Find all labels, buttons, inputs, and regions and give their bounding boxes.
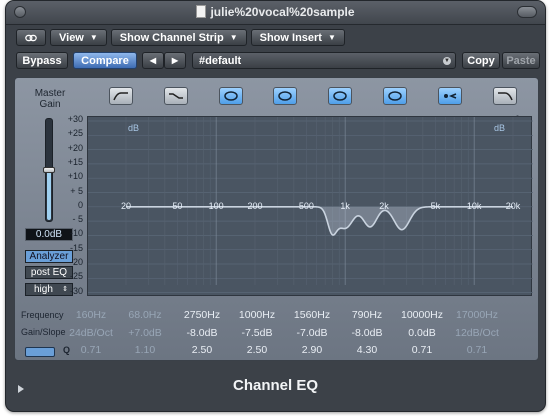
band3-q-value[interactable]: 2.50: [174, 344, 230, 356]
band4-gain-value[interactable]: -7.5dB: [229, 327, 285, 339]
document-icon: [196, 5, 207, 18]
frequency-tick-label: 100: [208, 201, 224, 211]
left-scale-tick: +15: [67, 156, 83, 167]
left-scale-tick: -25: [69, 271, 83, 282]
frequency-tick-label: 50: [172, 201, 183, 211]
bell-icon: [278, 91, 292, 101]
prev-preset-button[interactable]: ◀: [142, 52, 164, 69]
bypass-button[interactable]: Bypass: [16, 52, 68, 69]
view-menu[interactable]: View ▼: [50, 29, 107, 46]
toolbar: Bypass Compare ◀ ▶ #default ▼ Copy Paste: [16, 52, 540, 69]
frequency-tick-label: 20: [120, 201, 132, 211]
show-insert-menu[interactable]: Show Insert ▼: [250, 29, 345, 46]
left-scale-tick: +30: [67, 114, 83, 124]
preset-menu[interactable]: #default ▼: [192, 52, 456, 69]
band3-frequency-value[interactable]: 2750Hz: [174, 309, 230, 321]
chevron-down-icon: ▼: [89, 33, 98, 42]
left-scale-tick: -10: [69, 228, 83, 239]
band7-gain-value[interactable]: 0.0dB: [394, 327, 450, 339]
band3-gain-value[interactable]: -8.0dB: [174, 327, 230, 339]
frequency-tick-label: 2k: [379, 201, 389, 211]
band7-frequency-value[interactable]: 10000Hz: [394, 309, 450, 321]
master-gain-slider[interactable]: [43, 118, 55, 222]
db-label-left: dB: [128, 123, 140, 133]
highcut-icon: [498, 92, 513, 101]
left-scale-tick: -15: [69, 242, 83, 253]
band4-bell-button[interactable]: [273, 87, 297, 105]
next-preset-button[interactable]: ▶: [164, 52, 186, 69]
frequency-tick-label: 200: [247, 201, 263, 211]
band2-q-value[interactable]: 1.10: [117, 344, 173, 356]
left-scale-tick: +25: [67, 128, 83, 139]
band-parameters: Frequency Gain/Slope Q 160Hz 68.0Hz 2750Hz…: [15, 300, 538, 360]
band5-gain-value[interactable]: -7.0dB: [284, 327, 340, 339]
left-scale-tick: - 5: [72, 214, 83, 225]
left-scale-tick: 0: [77, 199, 83, 210]
band4-q-value[interactable]: 2.50: [229, 344, 285, 356]
db-label-right: dB: [493, 123, 505, 133]
band1-q-value[interactable]: 0.71: [63, 344, 119, 356]
left-scale-tick: -20: [69, 257, 83, 267]
frequency-tick-label: 20k: [505, 201, 521, 211]
channel-eq-window: julie%20vocal%20sample View ▼ Show Channe…: [5, 0, 546, 412]
band2-frequency-value[interactable]: 68.0Hz: [117, 309, 173, 321]
band6-q-value[interactable]: 4.30: [339, 344, 395, 356]
band2-gain-value[interactable]: +7.0dB: [117, 327, 173, 339]
frequency-label: Frequency: [21, 310, 64, 320]
frequency-tick-label: 10k: [466, 201, 482, 211]
eq-panel: Master Gain 0.0dB Analyzer post EQ high …: [14, 77, 539, 361]
band3-bell-button[interactable]: [219, 87, 243, 105]
band5-bell-button[interactable]: [328, 87, 352, 105]
gain-slope-label: Gain/Slope: [21, 327, 66, 337]
band7-q-value[interactable]: 0.71: [394, 344, 450, 356]
band6-gain-value[interactable]: -8.0dB: [339, 327, 395, 339]
left-scale-tick: + 5: [70, 185, 83, 196]
band8-gain-value[interactable]: 12dB/Oct: [449, 327, 505, 339]
chevron-down-icon: ▼: [443, 57, 451, 65]
band8-frequency-value[interactable]: 17000Hz: [449, 309, 505, 321]
band5-frequency-value[interactable]: 1560Hz: [284, 309, 340, 321]
band8-highcut-button[interactable]: [493, 87, 517, 105]
left-scale-tick: +20: [67, 142, 83, 153]
window-title: julie%20vocal%20sample: [6, 5, 545, 19]
band1-lowcut-button[interactable]: [109, 87, 133, 105]
band4-frequency-value[interactable]: 1000Hz: [229, 309, 285, 321]
eq-graph[interactable]: dB dB 20 50 100 200 500 1k 2k 5k 10k 20k: [87, 116, 533, 296]
frequency-tick-label: 500: [298, 201, 314, 211]
toolbar-toggle-button[interactable]: [517, 6, 537, 18]
master-gain-label: Master Gain: [34, 88, 66, 110]
left-scale-tick: +10: [67, 171, 83, 182]
band8-q-value[interactable]: 0.71: [449, 344, 505, 356]
frequency-tick-label: 1k: [340, 201, 350, 211]
lowcut-icon: [113, 92, 128, 101]
band6-bell-button[interactable]: [383, 87, 407, 105]
header-menus: View ▼ Show Channel Strip ▼ Show Insert ▼: [16, 29, 345, 46]
master-gain-fill: [47, 169, 51, 220]
band5-q-value[interactable]: 2.90: [284, 344, 340, 356]
chevron-down-icon: ▼: [327, 33, 336, 42]
band1-frequency-value[interactable]: 160Hz: [63, 309, 119, 321]
band2-lowshelf-button[interactable]: [164, 87, 188, 105]
copy-button[interactable]: Copy: [462, 52, 500, 69]
link-button[interactable]: [16, 29, 46, 46]
title-bar: julie%20vocal%20sample: [6, 1, 545, 25]
link-icon: [25, 34, 37, 41]
compare-button[interactable]: Compare: [73, 52, 137, 69]
band1-gain-value[interactable]: 24dB/Oct: [63, 327, 119, 339]
show-channel-strip-menu[interactable]: Show Channel Strip ▼: [110, 29, 247, 46]
bell-icon: [388, 91, 402, 101]
left-scale-tick: -30: [69, 285, 83, 296]
bell-icon: [333, 91, 347, 101]
lowshelf-icon: [169, 93, 183, 99]
paste-button[interactable]: Paste: [502, 52, 540, 69]
band7-highshelf-button[interactable]: [438, 87, 462, 105]
bell-icon: [224, 91, 238, 101]
q-couple-button[interactable]: [25, 347, 55, 357]
chevron-down-icon: ▼: [229, 33, 238, 42]
plugin-name: Channel EQ: [232, 377, 318, 394]
highshelf-icon: [444, 93, 457, 99]
band6-frequency-value[interactable]: 790Hz: [339, 309, 395, 321]
frequency-tick-label: 5k: [430, 201, 441, 211]
